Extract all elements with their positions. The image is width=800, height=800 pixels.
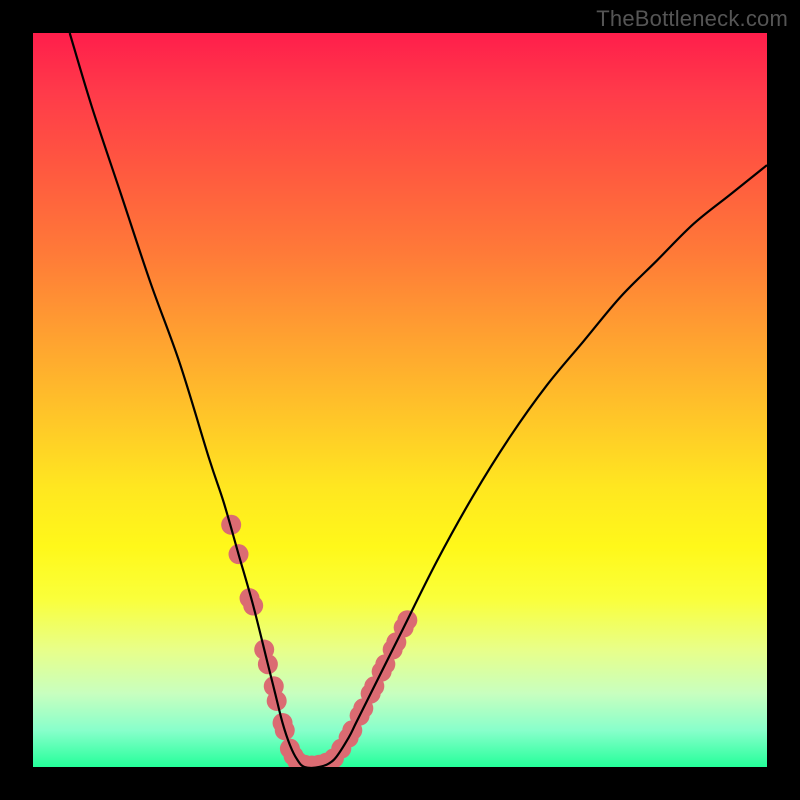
chart-background xyxy=(33,33,767,767)
watermark-text: TheBottleneck.com xyxy=(596,6,788,32)
